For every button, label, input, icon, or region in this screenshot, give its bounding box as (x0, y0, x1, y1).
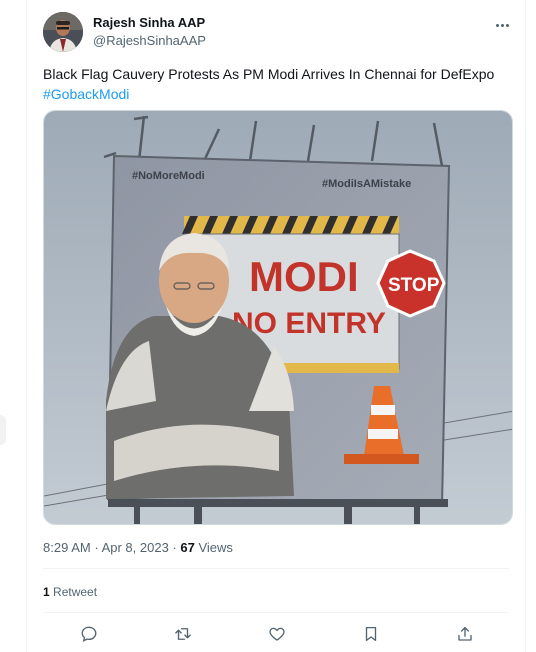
retweets-label: Retweet (53, 585, 98, 599)
author-name[interactable]: Rajesh Sinha AAP (93, 15, 205, 30)
page-edge-decoration (0, 415, 6, 445)
more-options-icon[interactable] (491, 16, 513, 34)
share-icon (458, 626, 472, 641)
divider (43, 612, 509, 613)
meta-separator: · (94, 540, 99, 555)
like-button[interactable] (265, 622, 289, 646)
avatar[interactable] (43, 12, 83, 52)
retweets-count: 1 (43, 585, 50, 599)
tweet-media-image[interactable]: #NoMoreModi #ModiIsAMistake MODI NO ENTR… (43, 110, 513, 525)
billboard-headline-1: MODI (249, 253, 359, 300)
reply-icon (81, 626, 97, 642)
tweet-meta: 8:29 AM · Apr 8, 2023 · 67 Views (43, 540, 233, 555)
hashtag-link[interactable]: #GobackModi (43, 86, 129, 102)
tweet-text: Black Flag Cauvery Protests As PM Modi A… (43, 64, 513, 104)
author-handle[interactable]: @RajeshSinhaAAP (93, 33, 206, 48)
tweet-body: Black Flag Cauvery Protests As PM Modi A… (43, 66, 495, 82)
tweet-stats[interactable]: 1 Retweet (43, 585, 97, 599)
views-count: 67 (180, 540, 195, 555)
retweet-icon (175, 628, 191, 640)
tweet-time[interactable]: 8:29 AM (43, 540, 91, 555)
billboard-tag-left: #NoMoreModi (132, 170, 205, 182)
tweet-header: Rajesh Sinha AAP @RajeshSinhaAAP (43, 12, 513, 56)
heart-icon (269, 627, 285, 641)
billboard-tag-right: #ModiIsAMistake (322, 178, 411, 190)
views-label: Views (198, 540, 233, 555)
share-button[interactable] (453, 622, 477, 646)
divider (43, 568, 509, 569)
user-avatar-icon (43, 12, 83, 52)
tweet-actions (77, 622, 517, 646)
billboard-photo: #NoMoreModi #ModiIsAMistake MODI NO ENTR… (44, 111, 512, 524)
meta-separator: · (172, 540, 177, 555)
bookmark-button[interactable] (359, 622, 383, 646)
reply-button[interactable] (77, 622, 101, 646)
tweet-date[interactable]: Apr 8, 2023 (102, 540, 169, 555)
bookmark-icon (365, 626, 377, 642)
tweet-card: Rajesh Sinha AAP @RajeshSinhaAAP Black F… (26, 0, 526, 652)
stop-sign-text: STOP (388, 275, 440, 296)
retweet-button[interactable] (171, 622, 195, 646)
